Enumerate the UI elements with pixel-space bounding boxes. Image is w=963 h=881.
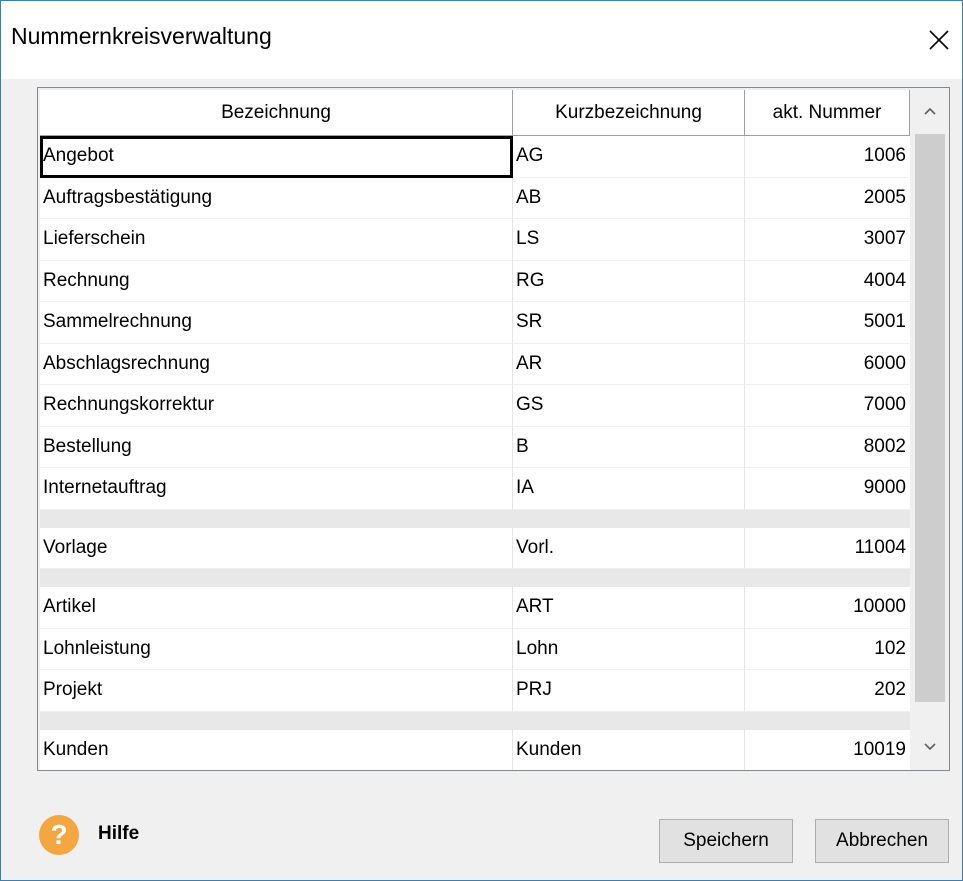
table-row[interactable]: Rechnung RG 4004 <box>40 260 910 302</box>
row-group-customers: Kunden Kunden 10019 <box>40 729 910 770</box>
save-button[interactable]: Speichern <box>659 819 793 863</box>
column-header-number[interactable]: akt. Nummer <box>745 90 910 136</box>
cell-short[interactable]: Vorl. <box>513 527 745 569</box>
table-row[interactable]: Lohnleistung Lohn 102 <box>40 628 910 670</box>
cell-number[interactable]: 1006 <box>745 136 910 178</box>
cell-number[interactable]: 7000 <box>745 385 910 427</box>
group-separator <box>40 509 910 528</box>
column-header-short[interactable]: Kurzbezeichnung <box>513 90 745 136</box>
table-row[interactable]: Lieferschein LS 3007 <box>40 219 910 261</box>
table-row[interactable]: Kunden Kunden 10019 <box>40 729 910 770</box>
chevron-up-icon <box>924 107 936 115</box>
cell-short[interactable]: GS <box>513 385 745 427</box>
cell-short[interactable]: IA <box>513 468 745 510</box>
group-separator <box>40 569 910 587</box>
scroll-down-button[interactable] <box>911 724 949 770</box>
cell-name[interactable]: Internetauftrag <box>40 468 513 510</box>
table-row[interactable]: Sammelrechnung SR 5001 <box>40 302 910 344</box>
grid-header: Bezeichnung Kurzbezeichnung akt. Nummer <box>40 90 910 136</box>
cell-short[interactable]: Lohn <box>513 628 745 670</box>
table-row[interactable]: Projekt PRJ 202 <box>40 670 910 712</box>
group-separator <box>40 711 910 730</box>
cell-short[interactable]: Kunden <box>513 729 745 770</box>
close-button[interactable] <box>916 1 962 79</box>
cell-name[interactable]: Abschlagsrechnung <box>40 343 513 385</box>
chevron-down-icon <box>924 743 936 751</box>
cell-short[interactable]: SR <box>513 302 745 344</box>
scroll-track[interactable] <box>915 134 945 724</box>
cell-name[interactable]: Projekt <box>40 670 513 712</box>
cell-number[interactable]: 6000 <box>745 343 910 385</box>
cell-name[interactable]: Lohnleistung <box>40 628 513 670</box>
column-header-name[interactable]: Bezeichnung <box>40 90 513 136</box>
title-bar: Nummernkreisverwaltung <box>1 1 962 79</box>
cell-name[interactable]: Auftragsbestätigung <box>40 177 513 219</box>
dialog-window: Nummernkreisverwaltung Bezeichnung Kurzb… <box>0 0 963 881</box>
row-group-templates: Vorlage Vorl. 11004 <box>40 527 910 569</box>
cell-short[interactable]: B <box>513 426 745 468</box>
table-row[interactable]: Auftragsbestätigung AB 2005 <box>40 177 910 219</box>
cell-number[interactable]: 4004 <box>745 260 910 302</box>
help-link[interactable]: Hilfe <box>98 823 139 845</box>
cell-name[interactable]: Rechnungskorrektur <box>40 385 513 427</box>
cell-short[interactable]: RG <box>513 260 745 302</box>
cell-short[interactable]: AR <box>513 343 745 385</box>
row-group-documents: Angebot AG 1006 Auftragsbestätigung AB 2005 Li… <box>40 136 910 510</box>
cell-number[interactable]: 3007 <box>745 219 910 261</box>
grid-content: Bezeichnung Kurzbezeichnung akt. Nummer … <box>40 90 910 770</box>
table-row[interactable]: Bestellung B 8002 <box>40 426 910 468</box>
cell-number[interactable]: 9000 <box>745 468 910 510</box>
cell-name[interactable]: Angebot <box>40 136 513 178</box>
table-row[interactable]: Artikel ART 10000 <box>40 587 910 629</box>
cell-short[interactable]: PRJ <box>513 670 745 712</box>
table-row[interactable]: Vorlage Vorl. 11004 <box>40 527 910 569</box>
help-icon[interactable]: ? <box>39 815 79 855</box>
cell-number[interactable]: 2005 <box>745 177 910 219</box>
vertical-scrollbar[interactable] <box>911 88 949 770</box>
cell-name[interactable]: Kunden <box>40 729 513 770</box>
cell-short[interactable]: AG <box>513 136 745 178</box>
cell-name[interactable]: Bestellung <box>40 426 513 468</box>
cell-number[interactable]: 11004 <box>745 527 910 569</box>
cell-short[interactable]: LS <box>513 219 745 261</box>
cell-name[interactable]: Sammelrechnung <box>40 302 513 344</box>
window-title: Nummernkreisverwaltung <box>11 23 272 49</box>
cell-short[interactable]: ART <box>513 587 745 629</box>
table-row[interactable]: Angebot AG 1006 <box>40 136 910 178</box>
table-row[interactable]: Rechnungskorrektur GS 7000 <box>40 385 910 427</box>
cell-number[interactable]: 10000 <box>745 587 910 629</box>
close-icon <box>929 30 949 50</box>
table-row[interactable]: Internetauftrag IA 9000 <box>40 468 910 510</box>
cell-number[interactable]: 10019 <box>745 729 910 770</box>
cell-name[interactable]: Artikel <box>40 587 513 629</box>
cell-name[interactable]: Rechnung <box>40 260 513 302</box>
cancel-button[interactable]: Abbrechen <box>815 819 949 863</box>
cell-name[interactable]: Lieferschein <box>40 219 513 261</box>
cell-number[interactable]: 102 <box>745 628 910 670</box>
cell-number[interactable]: 5001 <box>745 302 910 344</box>
row-group-items: Artikel ART 10000 Lohnleistung Lohn 102 Projek… <box>40 587 910 712</box>
scroll-thumb[interactable] <box>915 134 945 702</box>
cell-short[interactable]: AB <box>513 177 745 219</box>
cell-name[interactable]: Vorlage <box>40 527 513 569</box>
table-row[interactable]: Abschlagsrechnung AR 6000 <box>40 343 910 385</box>
cell-number[interactable]: 8002 <box>745 426 910 468</box>
scroll-up-button[interactable] <box>911 88 949 134</box>
number-range-grid[interactable]: Bezeichnung Kurzbezeichnung akt. Nummer … <box>37 87 950 771</box>
cell-number[interactable]: 202 <box>745 670 910 712</box>
